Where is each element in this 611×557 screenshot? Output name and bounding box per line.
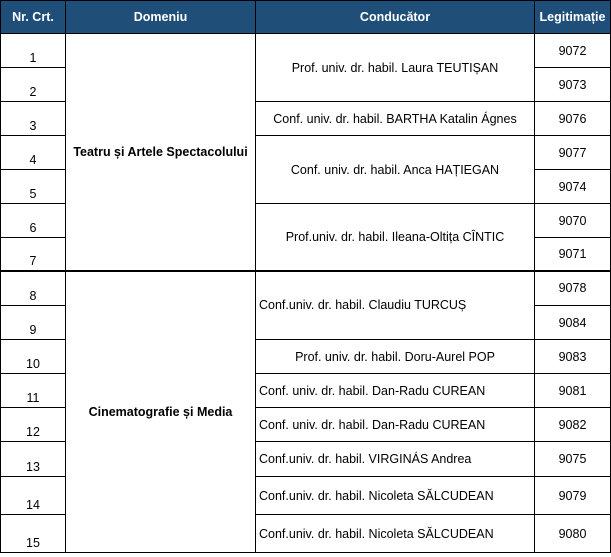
legitimation-cell: 9082 bbox=[534, 407, 611, 442]
domain-cell: Cinematografie și Media bbox=[65, 269, 256, 553]
legitimation-cell: 9070 bbox=[534, 203, 611, 238]
row-number: 7 bbox=[0, 237, 66, 271]
supervisor-cell: Prof.univ. dr. habil. Ileana-Oltița CÎNT… bbox=[255, 203, 535, 271]
row-number: 11 bbox=[0, 373, 66, 408]
row-number: 9 bbox=[0, 305, 66, 340]
row-number: 5 bbox=[0, 169, 66, 204]
header-legitimatie: Legitimație bbox=[534, 0, 611, 34]
legitimation-cell: 9076 bbox=[534, 101, 611, 136]
row-number: 15 bbox=[0, 514, 66, 553]
row-number: 4 bbox=[0, 135, 66, 170]
header-domeniu: Domeniu bbox=[65, 0, 256, 34]
supervisor-cell: Prof. univ. dr. habil. Laura TEUTIȘAN bbox=[255, 33, 535, 102]
legitimation-cell: 9071 bbox=[534, 237, 611, 271]
row-number: 10 bbox=[0, 339, 66, 374]
supervisor-cell: Conf. univ. dr. habil. Anca HAȚIEGAN bbox=[255, 135, 535, 204]
supervisor-cell: Conf. univ. dr. habil. Dan-Radu CUREAN bbox=[255, 407, 535, 442]
legitimation-cell: 9078 bbox=[534, 269, 611, 306]
legitimation-cell: 9079 bbox=[534, 476, 611, 515]
legitimation-cell: 9073 bbox=[534, 67, 611, 102]
doctoral-supervisors-table: Nr. Crt. Domeniu Conducător Legitimație … bbox=[0, 0, 611, 553]
row-number: 3 bbox=[0, 101, 66, 136]
legitimation-cell: 9080 bbox=[534, 514, 611, 553]
row-number: 6 bbox=[0, 203, 66, 238]
supervisor-cell: Conf. univ. dr. habil. Dan-Radu CUREAN bbox=[255, 373, 535, 408]
row-number: 8 bbox=[0, 269, 66, 306]
row-number: 13 bbox=[0, 441, 66, 477]
supervisor-cell: Prof. univ. dr. habil. Doru-Aurel POP bbox=[255, 339, 535, 374]
header-nr: Nr. Crt. bbox=[0, 0, 66, 34]
legitimation-cell: 9074 bbox=[534, 169, 611, 204]
domain-cell: Teatru și Artele Spectacolului bbox=[65, 33, 256, 271]
header-conducator: Conducător bbox=[255, 0, 535, 34]
legitimation-cell: 9084 bbox=[534, 305, 611, 340]
table-row: 1 Teatru și Artele Spectacolului Prof. u… bbox=[0, 33, 611, 271]
header-row: Nr. Crt. Domeniu Conducător Legitimație bbox=[0, 0, 611, 34]
spreadsheet-view: Nr. Crt. Domeniu Conducător Legitimație … bbox=[0, 0, 611, 557]
legitimation-cell: 9081 bbox=[534, 373, 611, 408]
row-number: 1 bbox=[0, 33, 66, 68]
table-row: 8 Cinematografie și Media Conf.univ. dr.… bbox=[0, 269, 611, 553]
supervisor-cell: Conf.univ. dr. habil. Claudiu TURCUȘ bbox=[255, 269, 535, 340]
row-number: 14 bbox=[0, 476, 66, 515]
legitimation-cell: 9077 bbox=[534, 135, 611, 170]
supervisor-cell: Conf.univ. dr. habil. VIRGINÁS Andrea bbox=[255, 441, 535, 477]
supervisor-cell: Conf. univ. dr. habil. BARTHA Katalin Ág… bbox=[255, 101, 535, 136]
legitimation-cell: 9083 bbox=[534, 339, 611, 374]
legitimation-cell: 9072 bbox=[534, 33, 611, 68]
row-number: 2 bbox=[0, 67, 66, 102]
legitimation-cell: 9075 bbox=[534, 441, 611, 477]
supervisor-cell: Conf.univ. dr. habil. Nicoleta SĂLCUDEAN bbox=[255, 476, 535, 515]
row-number: 12 bbox=[0, 407, 66, 442]
supervisor-cell: Conf.univ. dr. habil. Nicoleta SĂLCUDEAN bbox=[255, 514, 535, 553]
